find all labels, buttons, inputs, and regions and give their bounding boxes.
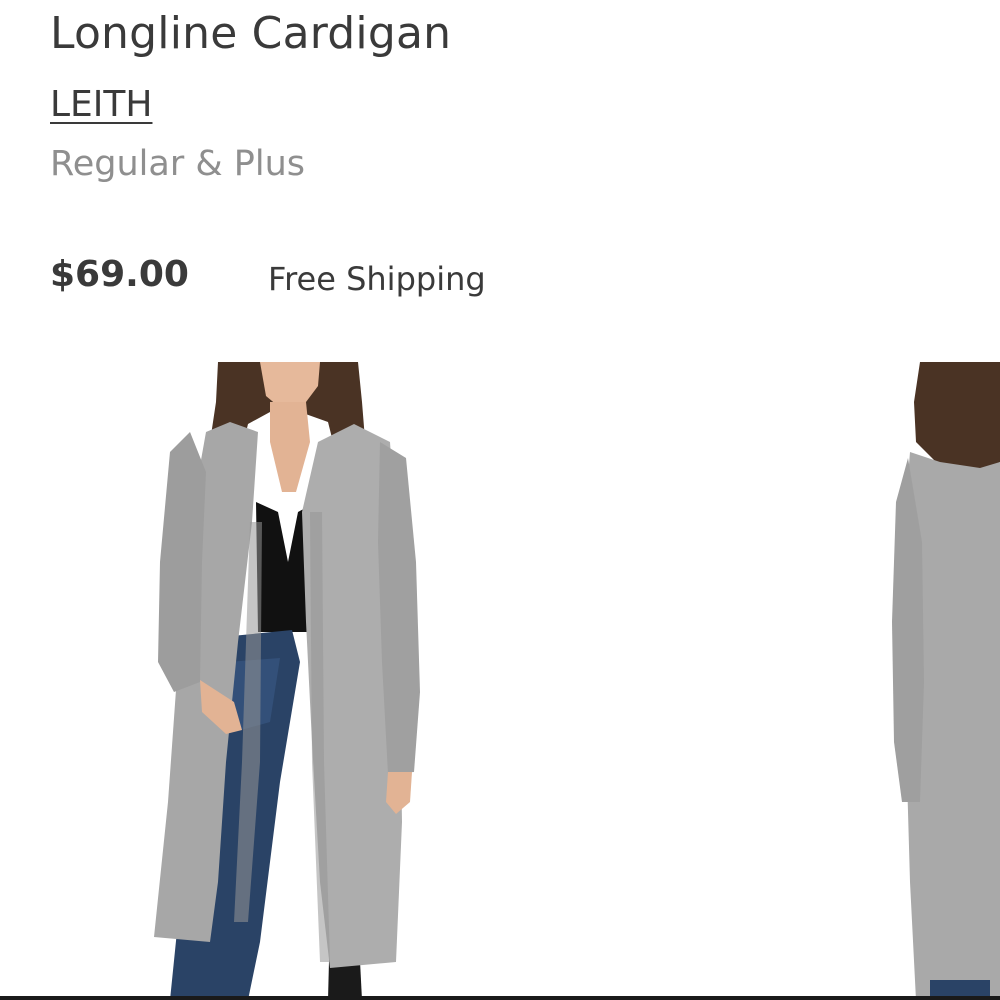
shipping-label: Free Shipping — [268, 260, 486, 298]
product-price: $69.00 — [50, 254, 189, 295]
bottom-divider — [0, 996, 1000, 1000]
model-front-illustration — [154, 362, 420, 1000]
model-back-illustration — [892, 362, 1000, 1000]
product-image-front[interactable] — [130, 362, 450, 1000]
product-title: Longline Cardigan — [50, 8, 452, 59]
image-carousel[interactable] — [0, 362, 1000, 1000]
product-page: Longline Cardigan LEITH Regular & Plus $… — [0, 0, 1000, 1000]
size-range-label: Regular & Plus — [50, 144, 306, 184]
product-image-back[interactable] — [880, 362, 1000, 1000]
brand-link[interactable]: LEITH — [50, 84, 152, 125]
